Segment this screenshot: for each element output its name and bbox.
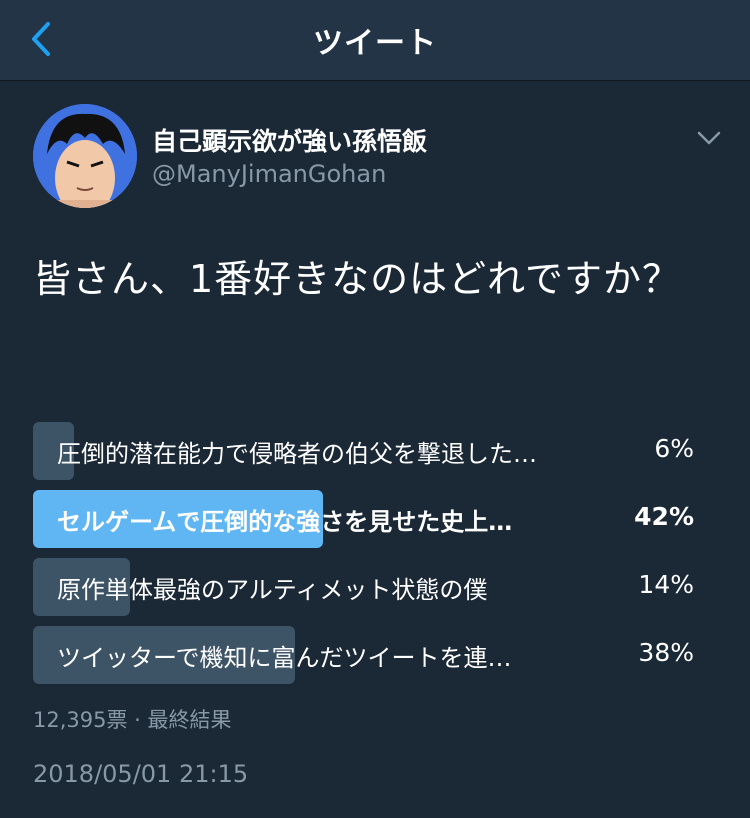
avatar[interactable]	[33, 104, 137, 208]
poll-summary: 12,395票 · 最終結果	[33, 708, 232, 732]
poll-option-percent: 42%	[634, 502, 694, 531]
poll: 圧倒的潜在能力で侵略者の伯父を撃退した… 6% セルゲームで圧倒的な強さを見せた…	[33, 420, 698, 692]
poll-option-percent: 38%	[638, 638, 694, 667]
tweet-timestamp: 2018/05/01 21:15	[33, 760, 249, 788]
poll-option-label: 原作単体最強のアルティメット状態の僕	[57, 576, 488, 604]
poll-option[interactable]: 原作単体最強のアルティメット状態の僕 14%	[33, 556, 698, 616]
chevron-down-icon[interactable]	[695, 128, 723, 148]
poll-option-percent: 6%	[654, 434, 694, 463]
top-bar: ツイート	[0, 0, 750, 81]
poll-option-label: ツイッターで機知に富んだツイートを連…	[57, 644, 512, 672]
poll-option[interactable]: 圧倒的潜在能力で侵略者の伯父を撃退した… 6%	[33, 420, 698, 480]
poll-option-percent: 14%	[638, 570, 694, 599]
poll-option-label: セルゲームで圧倒的な強さを見せた史上…	[57, 508, 513, 536]
page-title: ツイート	[313, 26, 437, 61]
poll-option[interactable]: ツイッターで機知に富んだツイートを連… 38%	[33, 624, 698, 684]
author-handle[interactable]: @ManyJimanGohan	[152, 160, 386, 188]
avatar-image	[33, 104, 137, 208]
author-name[interactable]: 自己顕示欲が強い孫悟飯	[152, 122, 427, 158]
tweet-text: 皆さん、1番好きなのはどれですか？	[33, 257, 682, 301]
poll-option[interactable]: セルゲームで圧倒的な強さを見せた史上… 42%	[33, 488, 698, 548]
poll-option-label: 圧倒的潜在能力で侵略者の伯父を撃退した…	[57, 440, 537, 468]
